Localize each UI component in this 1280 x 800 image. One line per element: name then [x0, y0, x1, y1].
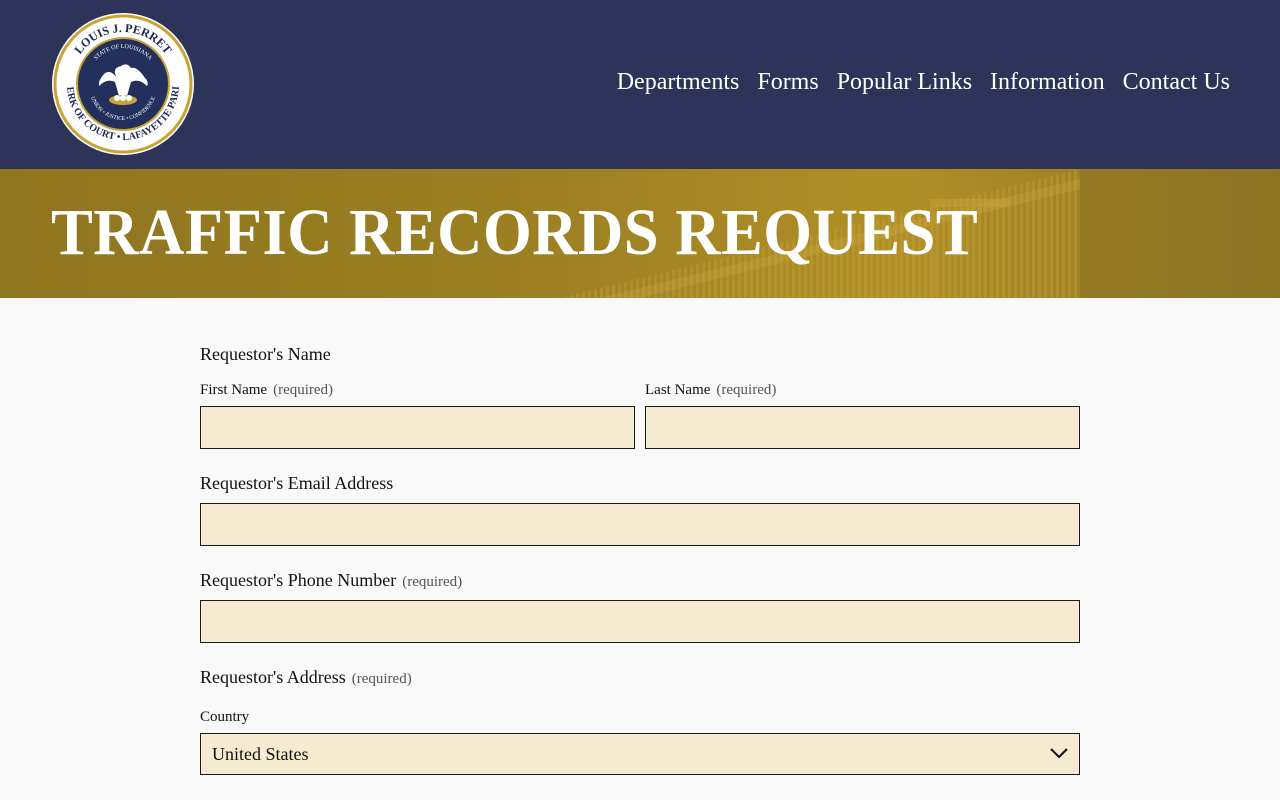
required-note: (required): [402, 574, 463, 590]
nav-information[interactable]: Information: [990, 66, 1105, 98]
first-name-label-text: First Name: [200, 382, 268, 398]
email-label: Requestor's Email Address: [200, 473, 394, 493]
address-label: Requestor's Address (required): [200, 665, 412, 691]
required-note: (required): [273, 382, 334, 398]
site-header: LOUIS J. PERRET CLERK OF COURT • LAFAYET…: [0, 0, 1280, 169]
country-select[interactable]: United States: [200, 733, 1080, 775]
first-name-input[interactable]: [200, 406, 635, 449]
main-navigation: Departments Forms Popular Links Informat…: [617, 66, 1230, 98]
clerk-of-court-seal-logo[interactable]: LOUIS J. PERRET CLERK OF COURT • LAFAYET…: [47, 4, 195, 156]
email-input[interactable]: [200, 503, 1080, 546]
requestor-name-label: Requestor's Name: [200, 344, 331, 364]
last-name-label-text: Last Name: [645, 382, 711, 398]
page-banner: TRAFFIC RECORDS REQUEST: [0, 169, 1280, 298]
required-note: (required): [351, 671, 412, 687]
phone-input[interactable]: [200, 600, 1080, 643]
nav-departments[interactable]: Departments: [617, 66, 740, 98]
nav-contact-us[interactable]: Contact Us: [1123, 66, 1230, 98]
last-name-label: Last Name (required): [645, 380, 776, 400]
phone-label: Requestor's Phone Number (required): [200, 568, 462, 594]
first-name-label: First Name (required): [200, 380, 333, 400]
nav-popular-links[interactable]: Popular Links: [837, 66, 972, 98]
country-selected-value: United States: [212, 744, 309, 764]
required-note: (required): [716, 382, 777, 398]
nav-forms[interactable]: Forms: [757, 66, 818, 98]
address-label-text: Requestor's Address: [200, 667, 346, 687]
page-title: TRAFFIC RECORDS REQUEST: [51, 196, 979, 269]
country-label: Country: [200, 709, 250, 725]
chevron-down-icon: [1050, 748, 1068, 759]
phone-label-text: Requestor's Phone Number: [200, 570, 397, 590]
last-name-input[interactable]: [645, 406, 1080, 449]
